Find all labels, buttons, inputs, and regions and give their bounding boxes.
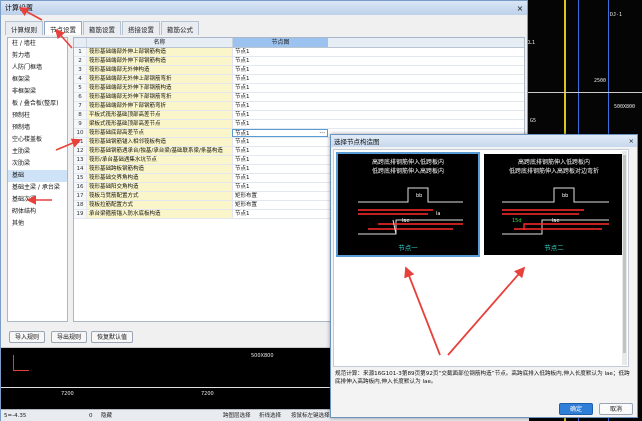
arrow-to-title <box>18 7 43 21</box>
arrow-to-tab <box>54 28 73 49</box>
arrow-to-node-2 <box>447 266 526 356</box>
annotation-arrows <box>18 7 526 356</box>
arrow-to-node-1 <box>404 266 441 356</box>
arrow-to-row <box>55 138 82 151</box>
